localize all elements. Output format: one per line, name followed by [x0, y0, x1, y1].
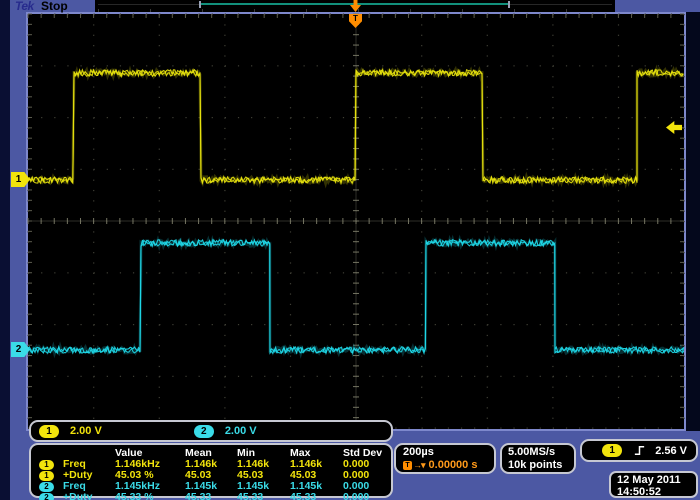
- channel-1-badge: 1: [39, 425, 59, 438]
- measurement-value: 45.33 %: [115, 492, 185, 500]
- channel-readout-bar: 1 2.00 V 2 2.00 V: [29, 420, 393, 442]
- measurements-panel: Value Mean Min Max Std Dev 1 Freq 1.146k…: [29, 443, 393, 498]
- acquisition-status: Stop: [41, 0, 68, 13]
- channel-2-scale: 2.00 V: [225, 425, 257, 437]
- trigger-t-icon: T: [403, 461, 412, 470]
- measurement-row: 2 +Duty 45.33 % 45.33 45.33 45.33 0.000: [35, 492, 391, 500]
- trigger-position-readout: T 0.00000 s: [403, 459, 494, 472]
- trigger-delay-arrow-icon: [413, 459, 429, 472]
- measurement-mean: 45.33: [185, 492, 237, 500]
- graticule: [26, 12, 686, 431]
- top-bar: Tek Stop: [0, 0, 700, 12]
- col-max: Max: [290, 448, 343, 459]
- acquisition-readout: 5.00MS/s 10k points: [500, 443, 576, 474]
- trigger-position-value: 0.00000 s: [429, 459, 478, 472]
- channel-1-scale: 2.00 V: [70, 425, 102, 437]
- col-mean: Mean: [185, 448, 237, 459]
- oscilloscope-screen: Tek Stop T 1 2 1 2.00 V 2 2.00 V Value M…: [0, 0, 700, 500]
- row-channel-badge: 2: [39, 482, 54, 492]
- trigger-level-value: 2.56 V: [655, 445, 687, 457]
- tek-logo: Tek: [15, 0, 34, 13]
- measurement-min: 45.33: [237, 492, 290, 500]
- measurement-name: +Duty: [63, 492, 115, 500]
- sample-rate: 5.00MS/s: [508, 446, 574, 459]
- row-channel-badge: 2: [39, 493, 54, 500]
- row-channel-badge: 1: [39, 460, 54, 470]
- col-stddev: Std Dev: [343, 448, 393, 459]
- row-channel-badge: 1: [39, 471, 54, 481]
- right-margin: [686, 12, 700, 431]
- col-value: Value: [115, 448, 185, 459]
- time-value: 14:50:52: [617, 486, 696, 498]
- trigger-source-badge: 1: [602, 444, 622, 457]
- datetime-readout: 12 May 2011 14:50:52: [609, 471, 698, 498]
- channel-2-badge: 2: [194, 425, 214, 438]
- measurement-max: 45.33: [290, 492, 343, 500]
- rising-edge-icon: [633, 444, 646, 457]
- record-length: 10k points: [508, 459, 574, 472]
- trigger-readout: 1 2.56 V: [580, 439, 698, 462]
- col-min: Min: [237, 448, 290, 459]
- date-value: 12 May 2011: [617, 474, 696, 486]
- timebase-scale: 200µs: [403, 446, 494, 459]
- timebase-readout: 200µs T 0.00000 s: [394, 443, 496, 474]
- measurement-std: 0.000: [343, 492, 393, 500]
